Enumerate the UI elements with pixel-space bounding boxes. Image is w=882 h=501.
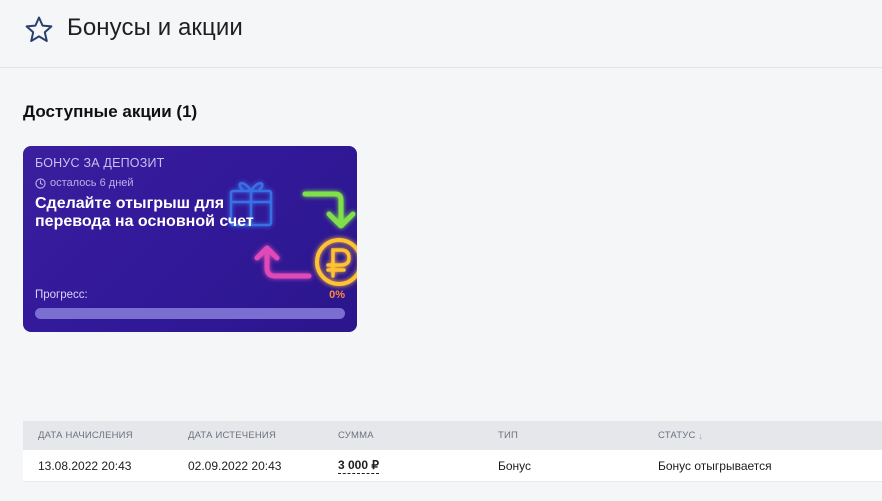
promo-type: БОНУС ЗА ДЕПОЗИТ: [35, 156, 165, 170]
amount-cell: 3 000 ₽: [338, 450, 379, 481]
column-header-amount[interactable]: СУММА: [338, 421, 374, 450]
promo-time-left: осталось 6 дней: [35, 177, 134, 189]
bonuses-page: Бонусы и акции Доступные акции (1) БОНУС…: [0, 0, 882, 501]
star-icon: [25, 16, 53, 42]
table-header: ДАТА НАЧИСЛЕНИЯ ДАТА ИСТЕЧЕНИЯ СУММА ТИП…: [23, 421, 882, 450]
amount-value[interactable]: 3 000 ₽: [338, 458, 379, 474]
progress-value: 0%: [329, 289, 345, 301]
clock-icon: [35, 177, 46, 189]
section-title: Доступные акции (1): [23, 102, 198, 121]
column-header-type[interactable]: ТИП: [498, 421, 518, 450]
bonus-history-table: ДАТА НАЧИСЛЕНИЯ ДАТА ИСТЕЧЕНИЯ СУММА ТИП…: [23, 421, 882, 482]
promo-time-left-text: осталось 6 дней: [50, 177, 134, 189]
sort-arrow-icon: ↓: [698, 430, 704, 441]
column-header-status[interactable]: СТАТУС ↓: [658, 421, 703, 450]
column-header-status-label: СТАТУС: [658, 430, 696, 441]
page-header: Бонусы и акции: [0, 0, 882, 68]
expiry-date-cell: 02.09.2022 20:43: [188, 458, 282, 473]
progress-label: Прогресс:: [35, 289, 88, 301]
promo-heading: Сделайте отыгрыш для перевода на основно…: [35, 195, 254, 230]
status-cell: Бонус отыгрывается: [658, 458, 772, 473]
accrual-date-cell: 13.08.2022 20:43: [38, 458, 132, 473]
table-row: 13.08.2022 20:43 02.09.2022 20:43 3 000 …: [23, 450, 882, 482]
page-title: Бонусы и акции: [67, 14, 243, 41]
column-header-accrual-date[interactable]: ДАТА НАЧИСЛЕНИЯ: [38, 421, 133, 450]
progress-bar: [35, 308, 345, 319]
type-cell: Бонус: [498, 458, 532, 473]
column-header-expiry-date[interactable]: ДАТА ИСТЕЧЕНИЯ: [188, 421, 276, 450]
promo-card[interactable]: БОНУС ЗА ДЕПОЗИТ осталось 6 дней Сделайт…: [23, 146, 357, 332]
